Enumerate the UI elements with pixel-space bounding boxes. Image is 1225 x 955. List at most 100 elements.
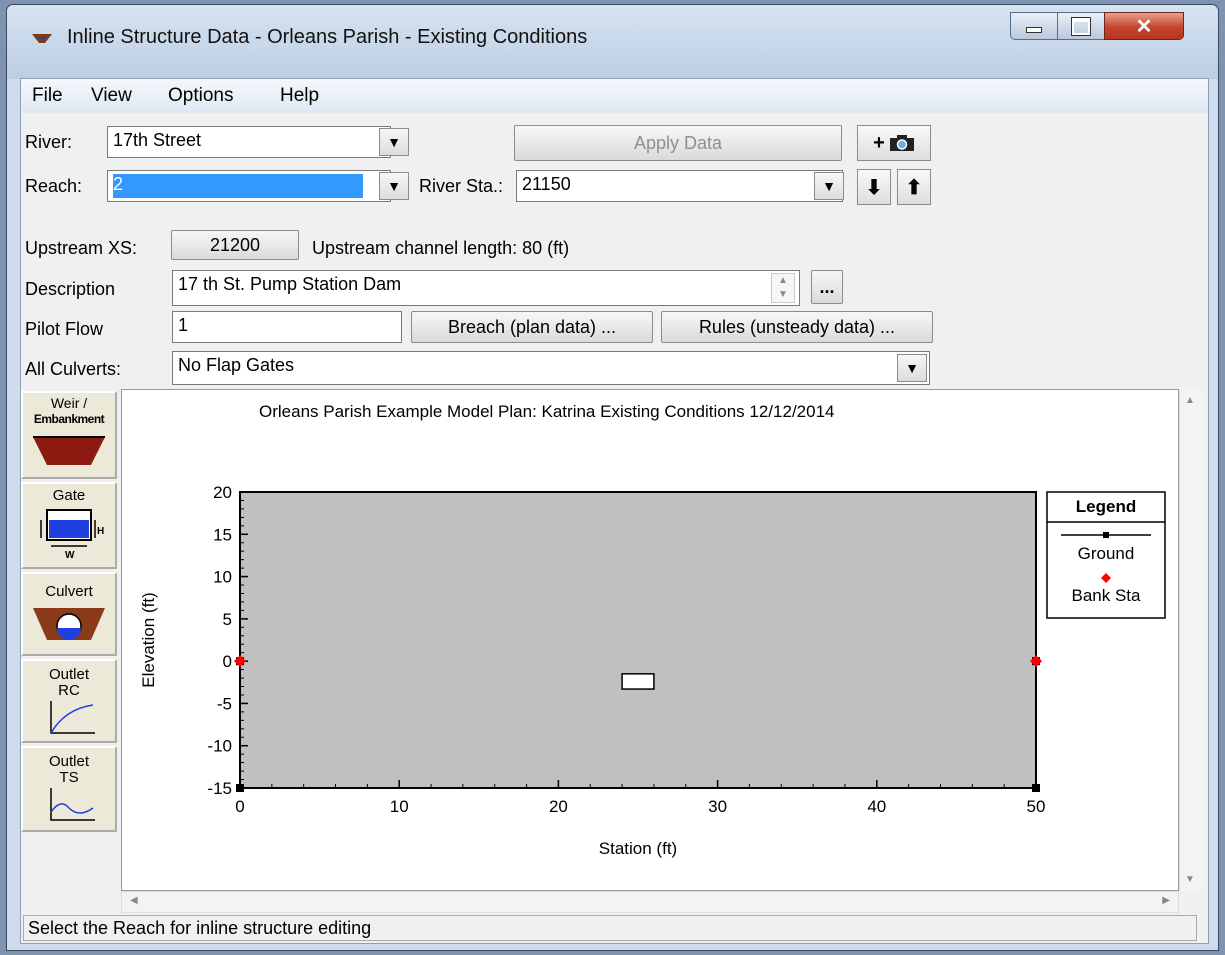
scroll-down-icon[interactable]: ▼ (1185, 874, 1195, 885)
plot-area[interactable]: Orleans Parish Example Model Plan: Katri… (121, 389, 1179, 891)
prev-station-button[interactable]: ⬇ (857, 169, 891, 205)
gate-label: Gate (52, 487, 86, 504)
title-bar[interactable]: Inline Structure Data - Orleans Parish -… (7, 5, 1218, 79)
app-window: Inline Structure Data - Orleans Parish -… (6, 4, 1219, 951)
legend-ground-label: Ground (1078, 544, 1135, 563)
chevron-down-icon: ▼ (905, 360, 919, 376)
river-sta-dropdown-button[interactable]: ▼ (814, 172, 844, 200)
outlet-ts-button[interactable]: Outlet TS (21, 746, 117, 832)
rules-button[interactable]: Rules (unsteady data) ... (661, 311, 933, 343)
river-dropdown-button[interactable]: ▼ (379, 128, 409, 156)
upstream-channel-length: Upstream channel length: 80 (ft) (312, 238, 570, 258)
menu-options[interactable]: Options (168, 85, 233, 107)
spin-up-icon: ▲ (778, 275, 788, 286)
reach-select[interactable]: 2 (107, 170, 391, 202)
chart-svg: Orleans Parish Example Model Plan: Katri… (139, 402, 1166, 858)
upstream-xs-label: Upstream XS: (25, 238, 138, 258)
y-tick-label: 10 (213, 568, 232, 587)
plot-background (239, 491, 1037, 789)
maximize-button[interactable] (1057, 12, 1105, 40)
reach-label: Reach: (25, 176, 83, 196)
river-label: River: (25, 132, 73, 152)
scroll-right-icon[interactable]: ▶ (1162, 895, 1170, 906)
description-text: 17 th St. Pump Station Dam (178, 274, 402, 294)
pilot-flow-label: Pilot Flow (25, 319, 104, 339)
river-sta-label: River Sta.: (419, 176, 504, 196)
all-culverts-select[interactable]: No Flap Gates (172, 351, 930, 385)
add-plot-button[interactable]: + (857, 125, 931, 161)
description-more-button[interactable]: ... (811, 270, 843, 304)
river-select[interactable]: 17th Street (107, 126, 391, 158)
scroll-up-icon[interactable]: ▲ (1185, 395, 1195, 406)
svg-text:W: W (65, 550, 75, 560)
minimize-icon (1011, 13, 1057, 39)
x-tick-label: 20 (549, 797, 568, 816)
svg-text:H: H (97, 526, 104, 537)
chevron-down-icon: ▼ (387, 134, 401, 150)
weir-label-line1: Weir / (50, 395, 88, 411)
menu-file[interactable]: File (32, 85, 63, 107)
outlet-rc-button[interactable]: Outlet RC (21, 659, 117, 743)
chevron-down-icon: ▼ (822, 178, 836, 194)
weir-embankment-button[interactable]: Weir / Embankment (21, 391, 117, 479)
apply-data-button[interactable]: Apply Data (514, 125, 842, 161)
all-culverts-label: All Culverts: (25, 359, 122, 379)
arrow-down-icon: ⬇ (865, 176, 883, 199)
vertical-scrollbar[interactable]: ▲ ▼ (1179, 389, 1203, 891)
weir-label-line2: Embankment (33, 412, 105, 426)
description-label: Description (25, 279, 116, 299)
reach-selected-value: 2 (113, 174, 363, 198)
horizontal-scrollbar[interactable]: ◀ ▶ (121, 891, 1179, 913)
x-axis-label: Station (ft) (599, 839, 677, 858)
gate-button[interactable]: Gate H W (21, 482, 117, 569)
y-tick-label: 15 (213, 525, 232, 544)
scroll-left-icon[interactable]: ◀ (130, 895, 138, 906)
chevron-down-icon: ▼ (387, 178, 401, 194)
x-tick-label: 10 (390, 797, 409, 816)
minimize-button[interactable] (1010, 12, 1058, 40)
outlet-rc-line2: RC (58, 682, 80, 699)
ground-point (1032, 784, 1040, 792)
app-icon (32, 34, 52, 43)
spin-down-icon: ▼ (778, 289, 788, 300)
legend-title: Legend (1076, 497, 1136, 516)
y-axis-label: Elevation (ft) (139, 592, 158, 687)
description-field[interactable]: 17 th St. Pump Station Dam (172, 270, 800, 306)
menu-help[interactable]: Help (280, 85, 319, 107)
x-tick-label: 0 (235, 797, 244, 816)
rating-curve-icon (50, 701, 95, 734)
breach-button[interactable]: Breach (plan data) ... (411, 311, 653, 343)
maximize-icon (1058, 13, 1104, 39)
menu-bar: File View Options Help (21, 79, 1208, 113)
weir-icon (33, 436, 105, 465)
y-tick-label: -15 (207, 779, 232, 798)
legend-ground-marker (1103, 532, 1109, 538)
legend-bank-label: Bank Sta (1072, 586, 1142, 605)
chart-title: Orleans Parish Example Model Plan: Katri… (259, 402, 835, 421)
time-series-icon (50, 788, 95, 821)
culvert-opening (621, 673, 655, 690)
close-icon: ✕ (1135, 15, 1153, 38)
all-culverts-dropdown-button[interactable]: ▼ (897, 354, 927, 382)
next-station-button[interactable]: ⬆ (897, 169, 931, 205)
pilot-flow-field[interactable]: 1 (172, 311, 402, 343)
culvert-icon (33, 608, 105, 640)
reach-dropdown-button[interactable]: ▼ (379, 172, 409, 200)
outlet-ts-line1: Outlet (48, 753, 90, 770)
culvert-button[interactable]: Culvert (21, 572, 117, 656)
river-sta-select[interactable]: 21150 (516, 170, 843, 202)
gate-icon: H W (40, 509, 104, 561)
client-area: File View Options Help River: 17th Stree… (20, 78, 1209, 944)
y-tick-label: 0 (223, 652, 232, 671)
y-tick-label: 20 (213, 483, 232, 502)
status-bar: Select the Reach for inline structure ed… (23, 915, 1197, 941)
x-tick-label: 40 (867, 797, 886, 816)
window-title: Inline Structure Data - Orleans Parish -… (67, 26, 588, 48)
upstream-xs-button[interactable]: 21200 (171, 230, 299, 260)
y-tick-label: -10 (207, 737, 232, 756)
menu-view[interactable]: View (91, 85, 132, 107)
description-spin[interactable]: ▲ ▼ (771, 273, 795, 303)
outlet-rc-line1: Outlet (48, 666, 90, 683)
outlet-ts-line2: TS (59, 769, 79, 786)
close-button[interactable]: ✕ (1104, 12, 1184, 40)
